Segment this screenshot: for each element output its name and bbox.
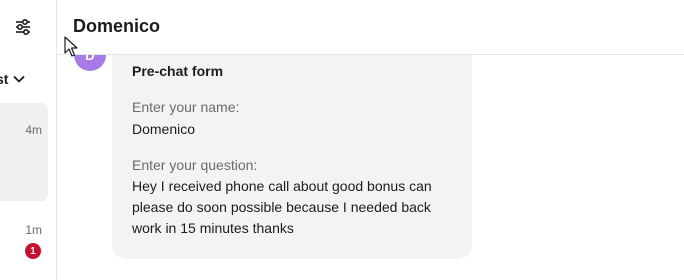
question-field-value: Hey I received phone call about good bon… (132, 178, 432, 236)
conversation-item-active[interactable]: 4m (0, 103, 48, 201)
sliders-icon (16, 18, 30, 36)
avatar: D (74, 55, 106, 71)
conversation-sidebar: st 4m 1m 1 (0, 0, 57, 280)
name-field-value: Domenico (132, 121, 196, 137)
conversation-item[interactable]: 1m 1 (0, 212, 48, 272)
chat-header: Domenico (57, 0, 684, 55)
question-field-label: Enter your question: (132, 157, 258, 173)
sort-dropdown[interactable]: st (0, 69, 26, 89)
unread-badge: 1 (25, 243, 41, 259)
name-field-label: Enter your name: (132, 99, 240, 115)
conversation-time: 4m (25, 123, 42, 137)
pre-chat-form-bubble: Pre-chat form Enter your name: Domenico … (112, 55, 472, 259)
conversation-time: 1m (25, 223, 42, 237)
message-thread: Pre-chat form Enter your name: Domenico … (57, 55, 684, 280)
contact-name-title: Domenico (73, 16, 161, 36)
chevron-down-icon (13, 75, 26, 83)
filter-button[interactable] (10, 14, 36, 40)
sort-label: st (0, 71, 9, 87)
form-title: Pre-chat form (132, 63, 224, 79)
